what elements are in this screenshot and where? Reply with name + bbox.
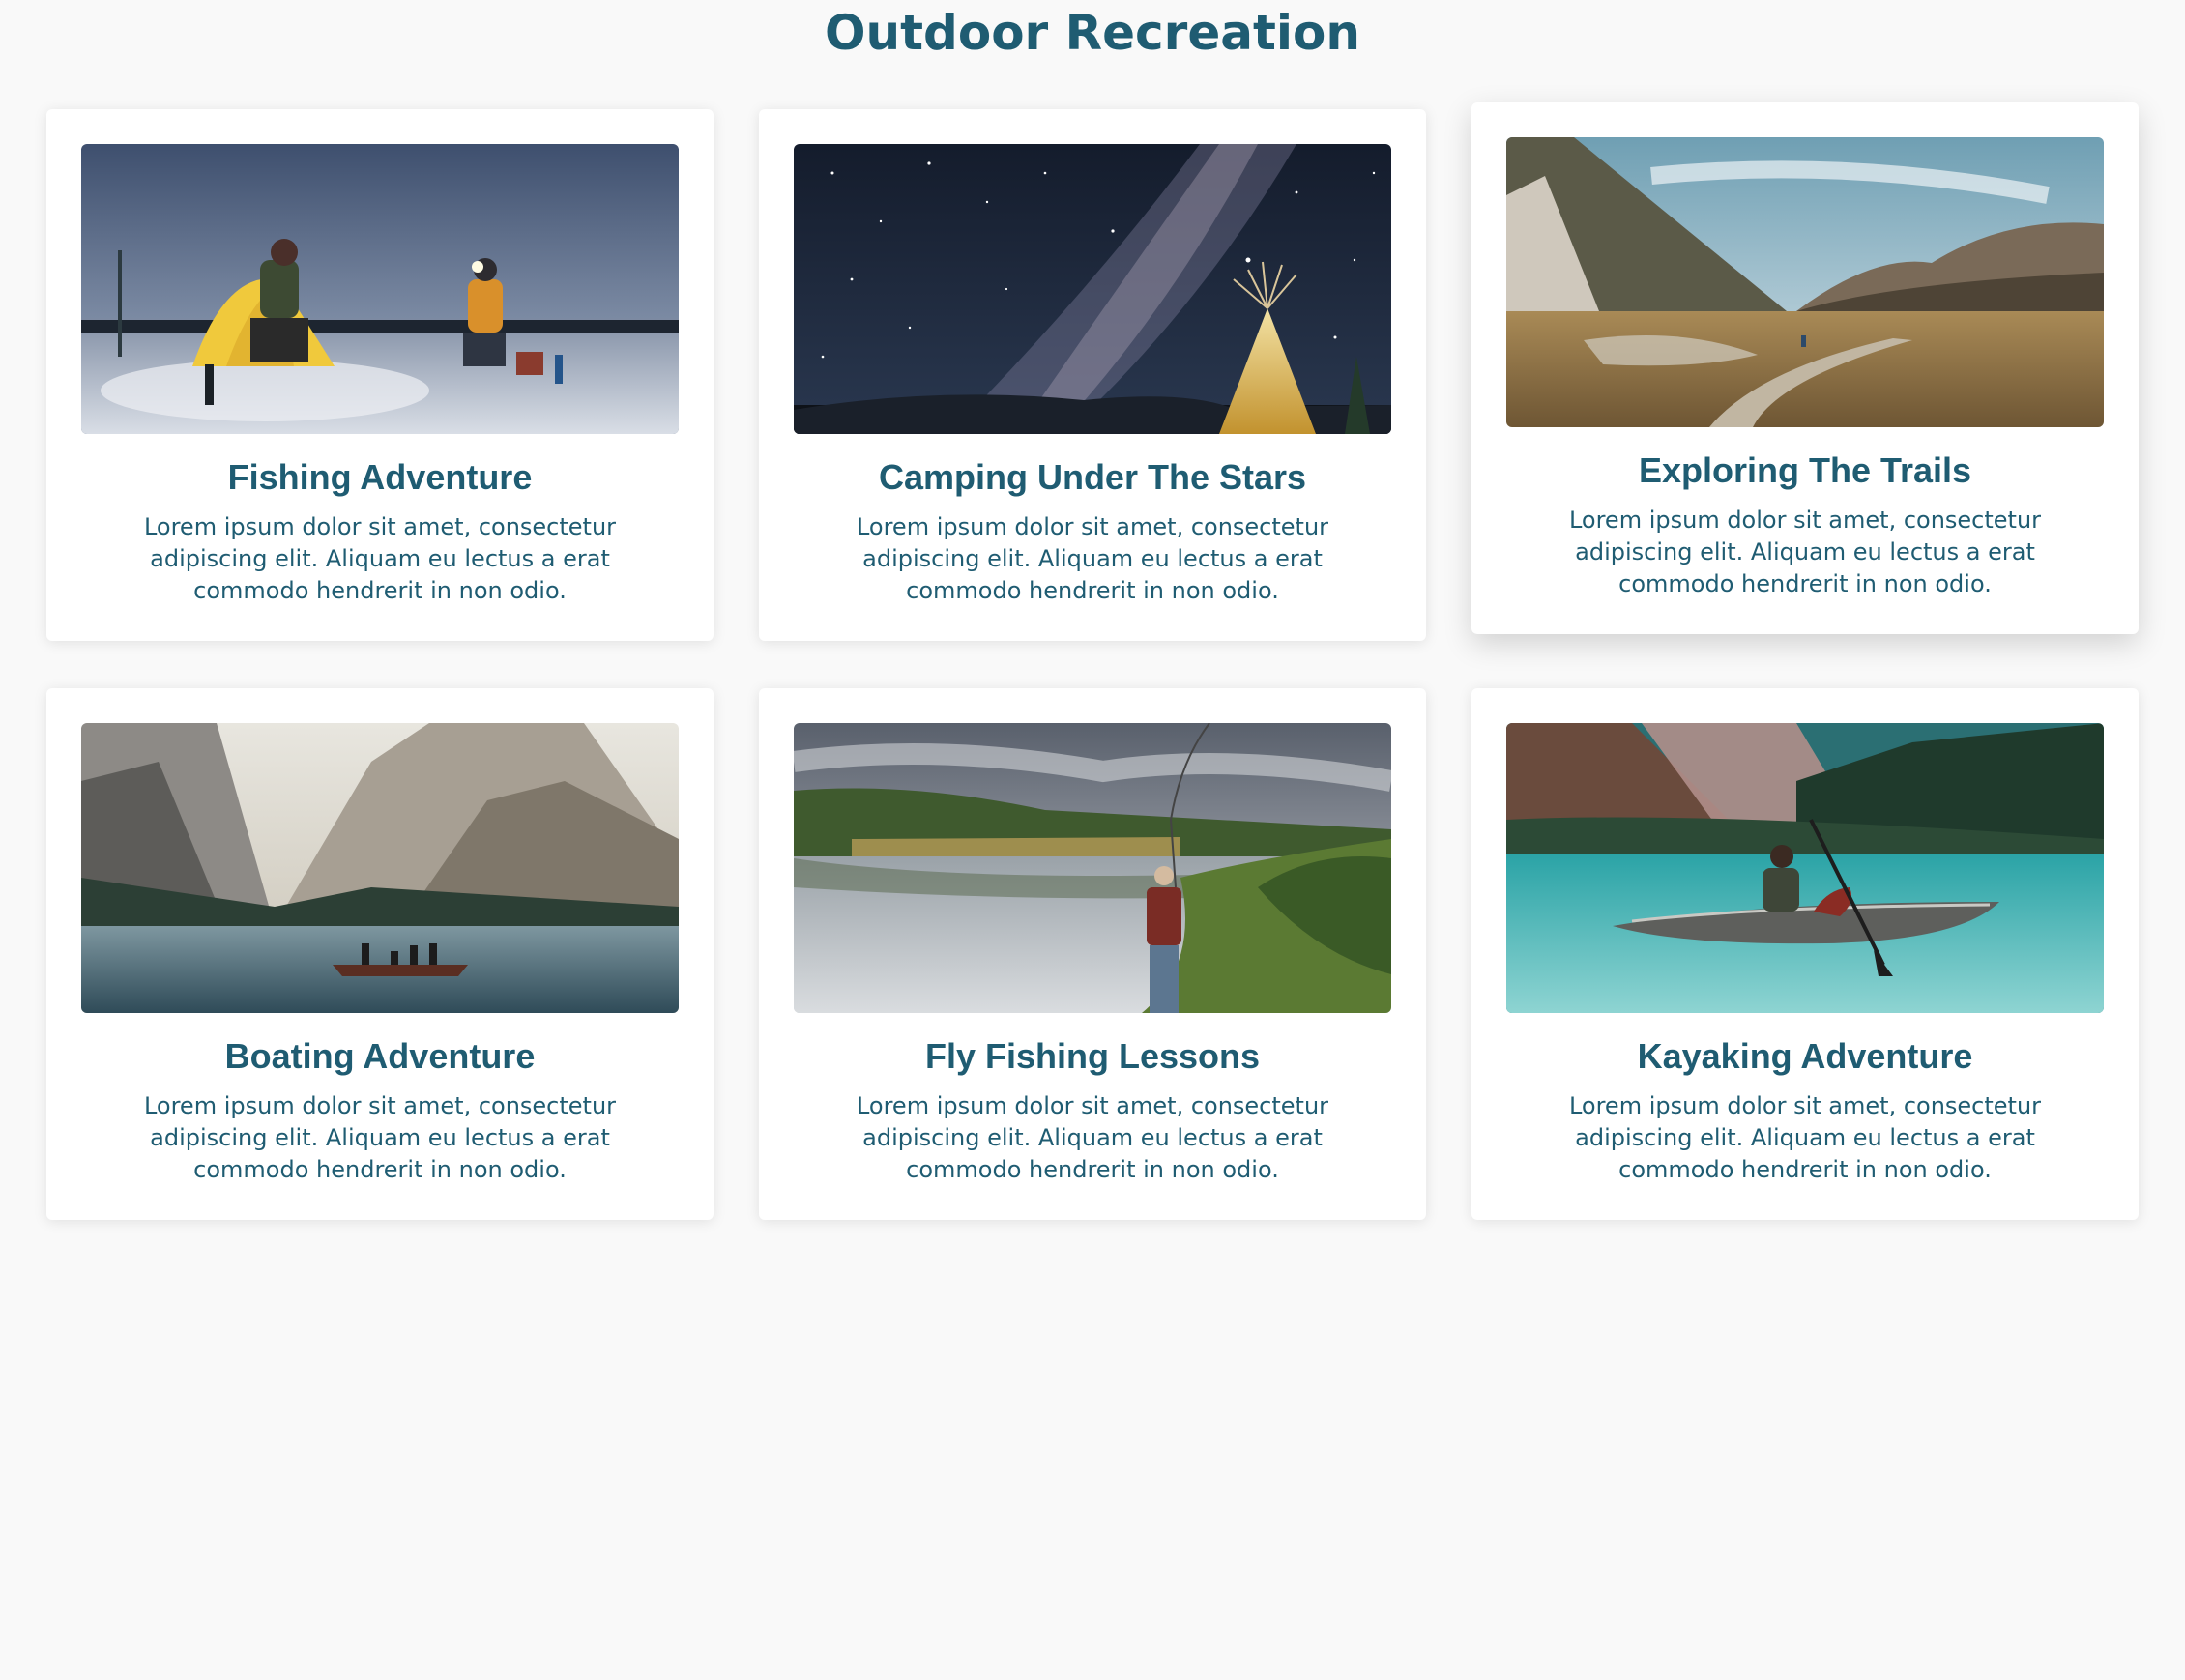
card-title: Fly Fishing Lessons — [924, 1036, 1261, 1076]
milky-way-teepee-photo — [794, 144, 1391, 434]
card-description: Lorem ipsum dolor sit amet, consectetur … — [143, 1092, 617, 1183]
lake-kayak-photo — [1506, 723, 2104, 1013]
card-title: Kayaking Adventure — [1637, 1036, 1973, 1076]
card-description: Lorem ipsum dolor sit amet, consectetur … — [1568, 1092, 2042, 1183]
page-title: Outdoor Recreation — [825, 5, 1360, 61]
card-title: Exploring The Trails — [1638, 450, 1972, 490]
activity-card[interactable]: Kayaking Adventure Lorem ipsum dolor sit… — [1471, 688, 2139, 1220]
card-title: Camping Under The Stars — [878, 457, 1307, 497]
card-description: Lorem ipsum dolor sit amet, consectetur … — [1568, 507, 2042, 597]
activity-card[interactable]: Fishing Adventure Lorem ipsum dolor sit … — [46, 109, 714, 641]
activity-card[interactable]: Boating Adventure Lorem ipsum dolor sit … — [46, 688, 714, 1220]
river-fly-fishing-photo — [794, 723, 1391, 1013]
mountain-lake-boat-photo — [81, 723, 679, 1013]
activity-card[interactable]: Camping Under The Stars Lorem ipsum dolo… — [759, 109, 1426, 641]
activity-card[interactable]: Fly Fishing Lessons Lorem ipsum dolor si… — [759, 688, 1426, 1220]
activity-card[interactable]: Exploring The Trails Lorem ipsum dolor s… — [1471, 102, 2139, 634]
activity-grid: Fishing Adventure Lorem ipsum dolor sit … — [46, 102, 2140, 1220]
card-description: Lorem ipsum dolor sit amet, consectetur … — [856, 1092, 1329, 1183]
card-title: Fishing Adventure — [227, 457, 533, 497]
card-title: Boating Adventure — [224, 1036, 536, 1076]
card-description: Lorem ipsum dolor sit amet, consectetur … — [143, 513, 617, 604]
ice-fishing-photo — [81, 144, 679, 434]
card-description: Lorem ipsum dolor sit amet, consectetur … — [856, 513, 1329, 604]
mountain-boardwalk-photo — [1506, 137, 2104, 427]
